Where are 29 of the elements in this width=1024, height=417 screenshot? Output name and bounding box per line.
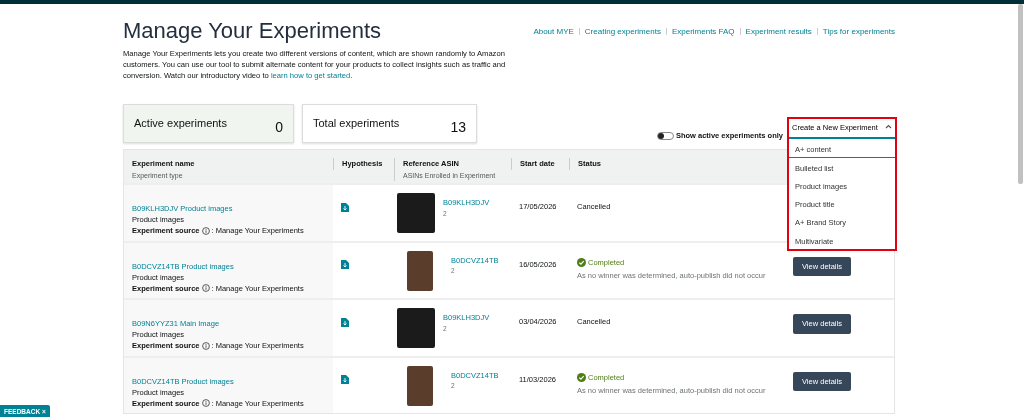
product-photo-placeholder: [397, 308, 435, 349]
document-icon: [341, 260, 349, 270]
help-link[interactable]: Tips for experiments: [822, 26, 895, 82]
stat-value: 13: [450, 118, 466, 133]
info-icon: [201, 341, 210, 350]
help-link[interactable]: About MYE: [533, 26, 574, 82]
info-icon: [201, 284, 210, 293]
stat-value: 0: [275, 118, 283, 133]
toggle-switch[interactable]: [656, 131, 674, 140]
check-circle-icon: [577, 373, 586, 382]
caret-icon: [885, 124, 892, 129]
product-photo-placeholder: [407, 250, 433, 291]
stat-card[interactable]: Total experiments 13: [302, 104, 477, 144]
info-icon: [201, 399, 210, 408]
help-link[interactable]: Creating experiments: [584, 26, 661, 82]
document-icon: [341, 202, 349, 212]
stat-label: Active experiments: [134, 116, 227, 132]
stat-label: Total experiments: [313, 116, 400, 132]
product-photo-placeholder: [397, 193, 435, 234]
document-icon: [341, 317, 349, 327]
scrollbar[interactable]: [1018, 4, 1023, 184]
product-photo-placeholder: [407, 365, 433, 406]
page-title: Manage Your Experiments: [123, 18, 383, 45]
info-icon: [201, 226, 210, 235]
document-icon: [341, 375, 349, 385]
help-link[interactable]: Experiment results: [745, 26, 812, 82]
help-link[interactable]: Experiments FAQ: [671, 26, 735, 82]
check-circle-icon: [577, 258, 586, 267]
stat-card[interactable]: Active experiments 0: [123, 104, 294, 144]
